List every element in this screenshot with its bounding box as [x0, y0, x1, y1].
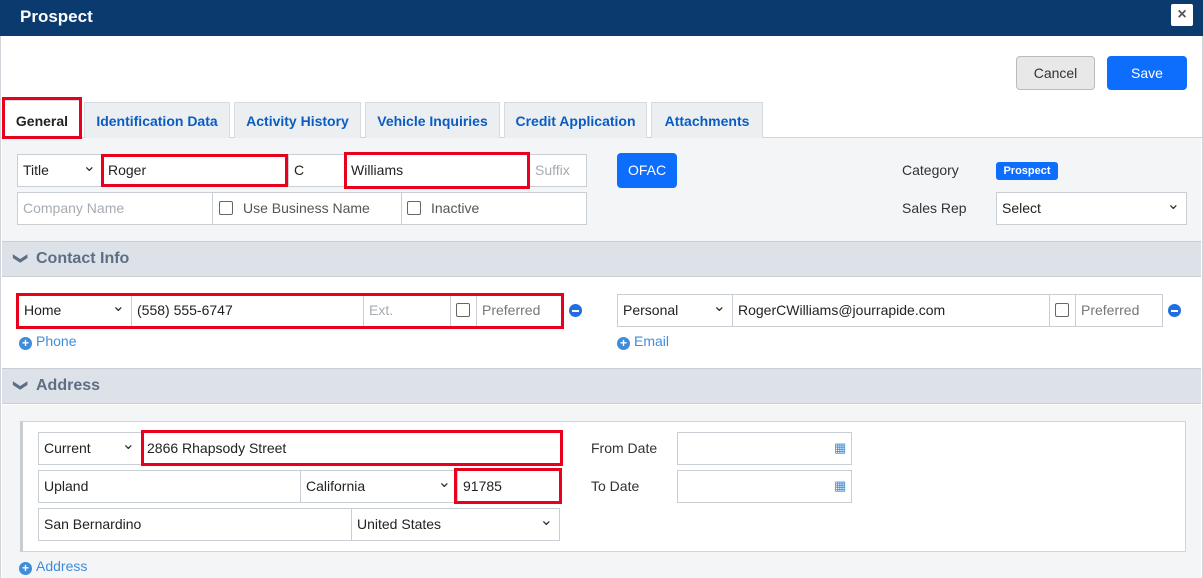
plus-circle-icon: + — [617, 337, 630, 350]
city-field[interactable]: Upland — [38, 470, 301, 503]
phone-preferred-label: Preferred — [476, 294, 564, 327]
tab-activity-history[interactable]: Activity History — [234, 102, 361, 138]
country-select[interactable]: United States — [351, 508, 560, 541]
company-name-field[interactable]: Company Name — [17, 192, 213, 225]
add-address-label: Address — [36, 558, 88, 574]
to-date-field[interactable] — [677, 470, 852, 503]
inactive-option: Inactive — [401, 192, 587, 225]
phone-preferred-checkbox[interactable] — [456, 303, 470, 317]
address-header[interactable]: ❯ Address — [2, 368, 1201, 404]
use-business-name-label: Use Business Name — [243, 200, 370, 216]
cancel-button[interactable]: Cancel — [1016, 56, 1095, 90]
last-name-field[interactable]: Williams — [345, 154, 529, 187]
add-email-label: Email — [634, 333, 670, 349]
email-type-value: Personal — [623, 302, 679, 318]
category-badge: Prospect — [996, 162, 1058, 180]
dialog-titlebar: Prospect × — [0, 0, 1203, 36]
tab-vehicle-inquiries[interactable]: Vehicle Inquiries — [365, 102, 500, 138]
plus-circle-icon: + — [19, 337, 32, 350]
contact-info-title: Contact Info — [36, 250, 130, 267]
state-select[interactable]: California — [300, 470, 458, 503]
email-preferred-checkbox[interactable] — [1055, 303, 1069, 317]
save-button[interactable]: Save — [1107, 56, 1187, 90]
use-business-name-checkbox[interactable] — [219, 201, 233, 215]
email-type-select[interactable]: Personal — [617, 294, 733, 327]
state-value: California — [306, 478, 366, 494]
address-title: Address — [36, 377, 101, 394]
tab-general[interactable]: General — [4, 100, 80, 138]
phone-ext-field[interactable]: Ext. — [363, 294, 451, 327]
phone-type-select[interactable]: Home — [18, 294, 132, 327]
inactive-label: Inactive — [431, 200, 480, 216]
county-field[interactable]: San Bernardino — [38, 508, 352, 541]
plus-circle-icon: + — [19, 562, 32, 575]
email-preferred-label: Preferred — [1075, 294, 1163, 327]
email-address-field[interactable]: RogerCWilliams@jourrapide.com — [732, 294, 1050, 327]
inactive-checkbox[interactable] — [407, 201, 421, 215]
contact-info-header[interactable]: ❯ Contact Info — [2, 241, 1201, 277]
calendar-icon[interactable]: ▦ — [834, 440, 846, 456]
zip-field[interactable]: 91785 — [457, 470, 561, 503]
from-date-field[interactable] — [677, 432, 852, 465]
middle-initial-field[interactable]: C — [288, 154, 346, 187]
title-select-value: Title — [23, 162, 49, 178]
chevron-down-icon: ❯ — [13, 252, 30, 265]
first-name-field[interactable]: Roger — [102, 154, 288, 187]
street-field[interactable]: 2866 Rhapsody Street — [141, 432, 561, 465]
tab-credit-application[interactable]: Credit Application — [504, 102, 647, 138]
dialog-title: Prospect — [20, 7, 93, 26]
tab-attachments[interactable]: Attachments — [651, 102, 763, 138]
suffix-field[interactable]: Suffix — [529, 154, 587, 187]
country-value: United States — [357, 516, 442, 532]
address-type-value: Current — [44, 440, 91, 456]
ofac-button[interactable]: OFAC — [617, 153, 677, 188]
add-address-link[interactable]: + Address — [19, 558, 87, 575]
to-date-label: To Date — [591, 478, 640, 494]
close-icon[interactable]: × — [1171, 4, 1193, 26]
tab-identification-data[interactable]: Identification Data — [84, 102, 230, 138]
category-label: Category — [902, 162, 959, 178]
remove-phone-icon[interactable] — [569, 304, 582, 317]
add-email-link[interactable]: + Email — [617, 333, 669, 350]
sales-rep-label: Sales Rep — [902, 200, 967, 216]
remove-email-icon[interactable] — [1168, 304, 1181, 317]
phone-type-value: Home — [24, 302, 62, 318]
sales-rep-select[interactable]: Select — [996, 192, 1187, 225]
address-type-select[interactable]: Current — [38, 432, 142, 465]
phone-number-field[interactable]: (558) 555-6747 — [131, 294, 364, 327]
calendar-icon[interactable]: ▦ — [834, 478, 846, 494]
chevron-down-icon: ❯ — [13, 379, 30, 392]
use-business-name-option: Use Business Name — [212, 192, 402, 225]
title-select[interactable]: Title — [17, 154, 103, 187]
add-phone-label: Phone — [36, 333, 77, 349]
sales-rep-value: Select — [1002, 200, 1041, 216]
from-date-label: From Date — [591, 440, 658, 456]
add-phone-link[interactable]: + Phone — [19, 333, 76, 350]
